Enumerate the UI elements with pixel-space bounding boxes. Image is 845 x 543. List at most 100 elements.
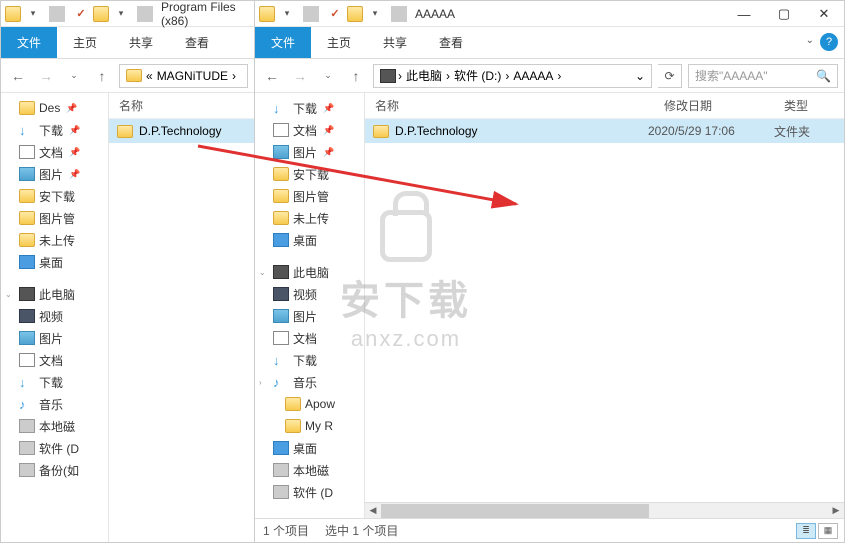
folder-icon <box>117 125 133 138</box>
sidebar-item[interactable]: ↓下载📌 <box>255 97 364 119</box>
sidebar-item[interactable]: 本地磁 <box>255 459 364 481</box>
pc-icon <box>273 265 289 279</box>
drv-icon <box>273 463 289 477</box>
sidebar-item[interactable]: Des📌 <box>1 97 108 119</box>
sidebar-item[interactable]: My R <box>255 415 364 437</box>
sidebar-item[interactable]: 图片管 <box>1 207 108 229</box>
explorer-window-left: ▾ ▾ Program Files (x86) 文件 主页 共享 查看 ← → … <box>0 0 254 543</box>
column-headers[interactable]: 名称 <box>109 93 254 119</box>
crumb-item[interactable]: 此电脑 <box>404 67 444 84</box>
qat-chevron-icon[interactable]: ▾ <box>113 6 129 22</box>
tab-view[interactable]: 查看 <box>423 27 479 58</box>
hscrollbar[interactable]: ◀ ▶ <box>365 502 844 518</box>
maximize-button[interactable]: ▢ <box>764 1 804 27</box>
chevron-down-icon[interactable]: ▾ <box>279 6 295 22</box>
help-button[interactable]: ? <box>820 33 838 51</box>
sidebar-item[interactable]: 软件 (D <box>255 481 364 503</box>
file-list[interactable]: 名称 修改日期 类型 D.P.Technology 2020/5/29 17:0… <box>365 93 844 518</box>
sidebar-item[interactable]: ›♪音乐 <box>255 371 364 393</box>
nav-this-pc[interactable]: ⌄ 此电脑 <box>255 261 364 283</box>
back-button[interactable]: ← <box>261 65 283 87</box>
sidebar-item[interactable]: 图片 <box>255 305 364 327</box>
view-details-button[interactable]: ≣ <box>796 523 816 539</box>
nav-pane[interactable]: Des📌↓下载📌文档📌图片📌安下载图片管未上传桌面 ⌄ 此电脑 视频图片文档↓下… <box>1 93 109 542</box>
pin-icon: 📌 <box>323 147 334 158</box>
up-button[interactable]: ↑ <box>345 65 367 87</box>
recent-chevron-icon[interactable]: ⌄ <box>63 65 85 87</box>
sidebar-item[interactable]: 未上传 <box>1 229 108 251</box>
crumb-item[interactable]: MAGNiTUDE <box>155 69 230 83</box>
col-name[interactable]: 名称 <box>365 97 654 114</box>
nav-pane[interactable]: ↓下载📌文档📌图片📌安下载图片管未上传桌面 ⌄ 此电脑 视频图片文档↓下载›♪音… <box>255 93 365 518</box>
sidebar-item[interactable]: 桌面 <box>1 251 108 273</box>
expand-ribbon-icon[interactable]: ⌄ <box>806 35 814 46</box>
window-title: AAAAA <box>415 7 455 21</box>
file-list[interactable]: 名称 D.P.Technology <box>109 93 254 542</box>
back-button[interactable]: ← <box>7 65 29 87</box>
sidebar-item[interactable]: ♪音乐 <box>1 393 108 415</box>
tab-file[interactable]: 文件 <box>1 27 57 58</box>
sidebar-item[interactable]: 未上传 <box>255 207 364 229</box>
sidebar-item[interactable]: 视频 <box>1 305 108 327</box>
sidebar-item[interactable]: 文档 <box>1 349 108 371</box>
sidebar-item[interactable]: 图片📌 <box>1 163 108 185</box>
qat-folder-icon[interactable] <box>347 6 363 22</box>
tab-share[interactable]: 共享 <box>113 27 169 58</box>
ribbon: 文件 主页 共享 查看 <box>1 27 254 59</box>
qat-chevron-icon[interactable]: ▾ <box>367 6 383 22</box>
tab-view[interactable]: 查看 <box>169 27 225 58</box>
down-icon: ↓ <box>19 123 35 137</box>
up-button[interactable]: ↑ <box>91 65 113 87</box>
sidebar-item[interactable]: ↓下载📌 <box>1 119 108 141</box>
sidebar-item[interactable]: 文档📌 <box>255 119 364 141</box>
folder-icon <box>19 211 35 225</box>
tab-share[interactable]: 共享 <box>367 27 423 58</box>
sidebar-item[interactable]: 备份(如 <box>1 459 108 481</box>
sidebar-item[interactable]: 桌面 <box>255 229 364 251</box>
sidebar-item[interactable]: ↓下载 <box>255 349 364 371</box>
folder-icon <box>273 167 289 181</box>
sidebar-item[interactable]: 视频 <box>255 283 364 305</box>
sidebar-item[interactable]: 图片📌 <box>255 141 364 163</box>
col-name[interactable]: 名称 <box>109 97 153 114</box>
crumb-item[interactable]: 软件 (D:) <box>452 67 503 84</box>
col-type[interactable]: 类型 <box>774 97 844 114</box>
titlebar[interactable]: ▾ ▾ Program Files (x86) <box>1 1 254 27</box>
sidebar-item[interactable]: 图片管 <box>255 185 364 207</box>
column-headers[interactable]: 名称 修改日期 类型 <box>365 93 844 119</box>
recent-chevron-icon[interactable]: ⌄ <box>317 65 339 87</box>
breadcrumb[interactable]: « MAGNiTUDE › <box>119 64 248 88</box>
minimize-button[interactable]: — <box>724 1 764 27</box>
sidebar-item[interactable]: 软件 (D <box>1 437 108 459</box>
qat-folder-icon[interactable] <box>93 6 109 22</box>
folder-icon <box>285 397 301 411</box>
folder-icon <box>273 211 289 225</box>
close-button[interactable]: ✕ <box>804 1 844 27</box>
sidebar-item[interactable]: 桌面 <box>255 437 364 459</box>
breadcrumb[interactable]: › 此电脑› 软件 (D:)› AAAAA› ⌄ <box>373 64 652 88</box>
chevron-down-icon[interactable]: ▾ <box>25 6 41 22</box>
sidebar-item[interactable]: 图片 <box>1 327 108 349</box>
sidebar-item[interactable]: 安下载 <box>255 163 364 185</box>
tab-home[interactable]: 主页 <box>311 27 367 58</box>
nav-this-pc[interactable]: ⌄ 此电脑 <box>1 283 108 305</box>
col-date[interactable]: 修改日期 <box>654 97 774 114</box>
pic-icon <box>19 331 35 345</box>
sidebar-item[interactable]: Apow <box>255 393 364 415</box>
crumb-item[interactable]: AAAAA <box>511 69 555 83</box>
forward-button[interactable]: → <box>289 65 311 87</box>
file-row[interactable]: D.P.Technology 2020/5/29 17:06 文件夹 <box>365 119 844 143</box>
search-input[interactable]: 搜索"AAAAA" 🔍 <box>688 64 838 88</box>
sidebar-item[interactable]: 本地磁 <box>1 415 108 437</box>
tab-file[interactable]: 文件 <box>255 27 311 58</box>
sidebar-item[interactable]: ↓下载 <box>1 371 108 393</box>
sidebar-item[interactable]: 安下载 <box>1 185 108 207</box>
titlebar[interactable]: ▾ ▾ AAAAA — ▢ ✕ <box>255 1 844 27</box>
file-row[interactable]: D.P.Technology <box>109 119 254 143</box>
sidebar-item[interactable]: 文档📌 <box>1 141 108 163</box>
sidebar-item[interactable]: 文档 <box>255 327 364 349</box>
forward-button[interactable]: → <box>35 65 57 87</box>
tab-home[interactable]: 主页 <box>57 27 113 58</box>
refresh-button[interactable]: ⟳ <box>658 64 682 88</box>
view-icons-button[interactable]: ▦ <box>818 523 838 539</box>
